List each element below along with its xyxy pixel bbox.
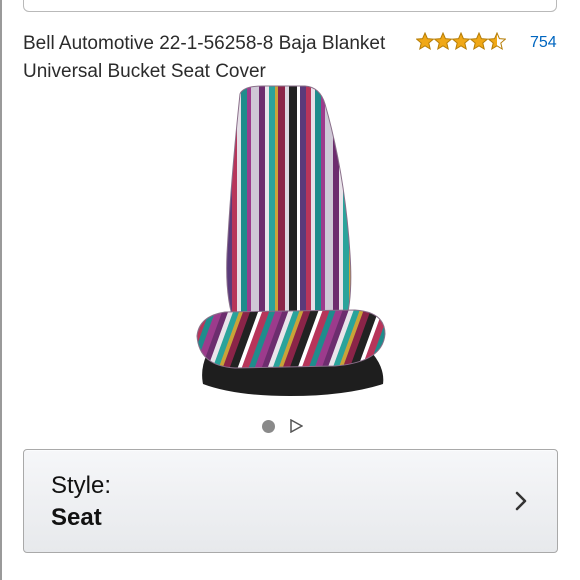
star-icon — [451, 32, 471, 51]
star-icon — [416, 32, 435, 51]
review-count-link[interactable]: 754 — [530, 34, 557, 52]
half-star-icon — [487, 32, 506, 51]
style-selector-button[interactable]: Style: Seat — [23, 449, 558, 553]
image-pager — [262, 419, 303, 433]
style-value: Seat — [51, 504, 102, 531]
star-icon — [469, 32, 489, 51]
previous-card-edge — [23, 0, 557, 12]
star-icon — [433, 32, 453, 51]
star-rating-icons — [416, 32, 506, 51]
play-next-icon[interactable] — [289, 419, 303, 433]
pager-dot-icon[interactable] — [262, 419, 275, 433]
chevron-right-icon — [515, 491, 527, 511]
page-left-border — [0, 0, 2, 580]
product-image[interactable] — [185, 84, 395, 399]
product-title[interactable]: Bell Automotive 22-1-56258-8 Baja Blanke… — [23, 30, 413, 86]
style-label: Style: — [51, 472, 112, 499]
star-rating[interactable] — [416, 32, 506, 52]
